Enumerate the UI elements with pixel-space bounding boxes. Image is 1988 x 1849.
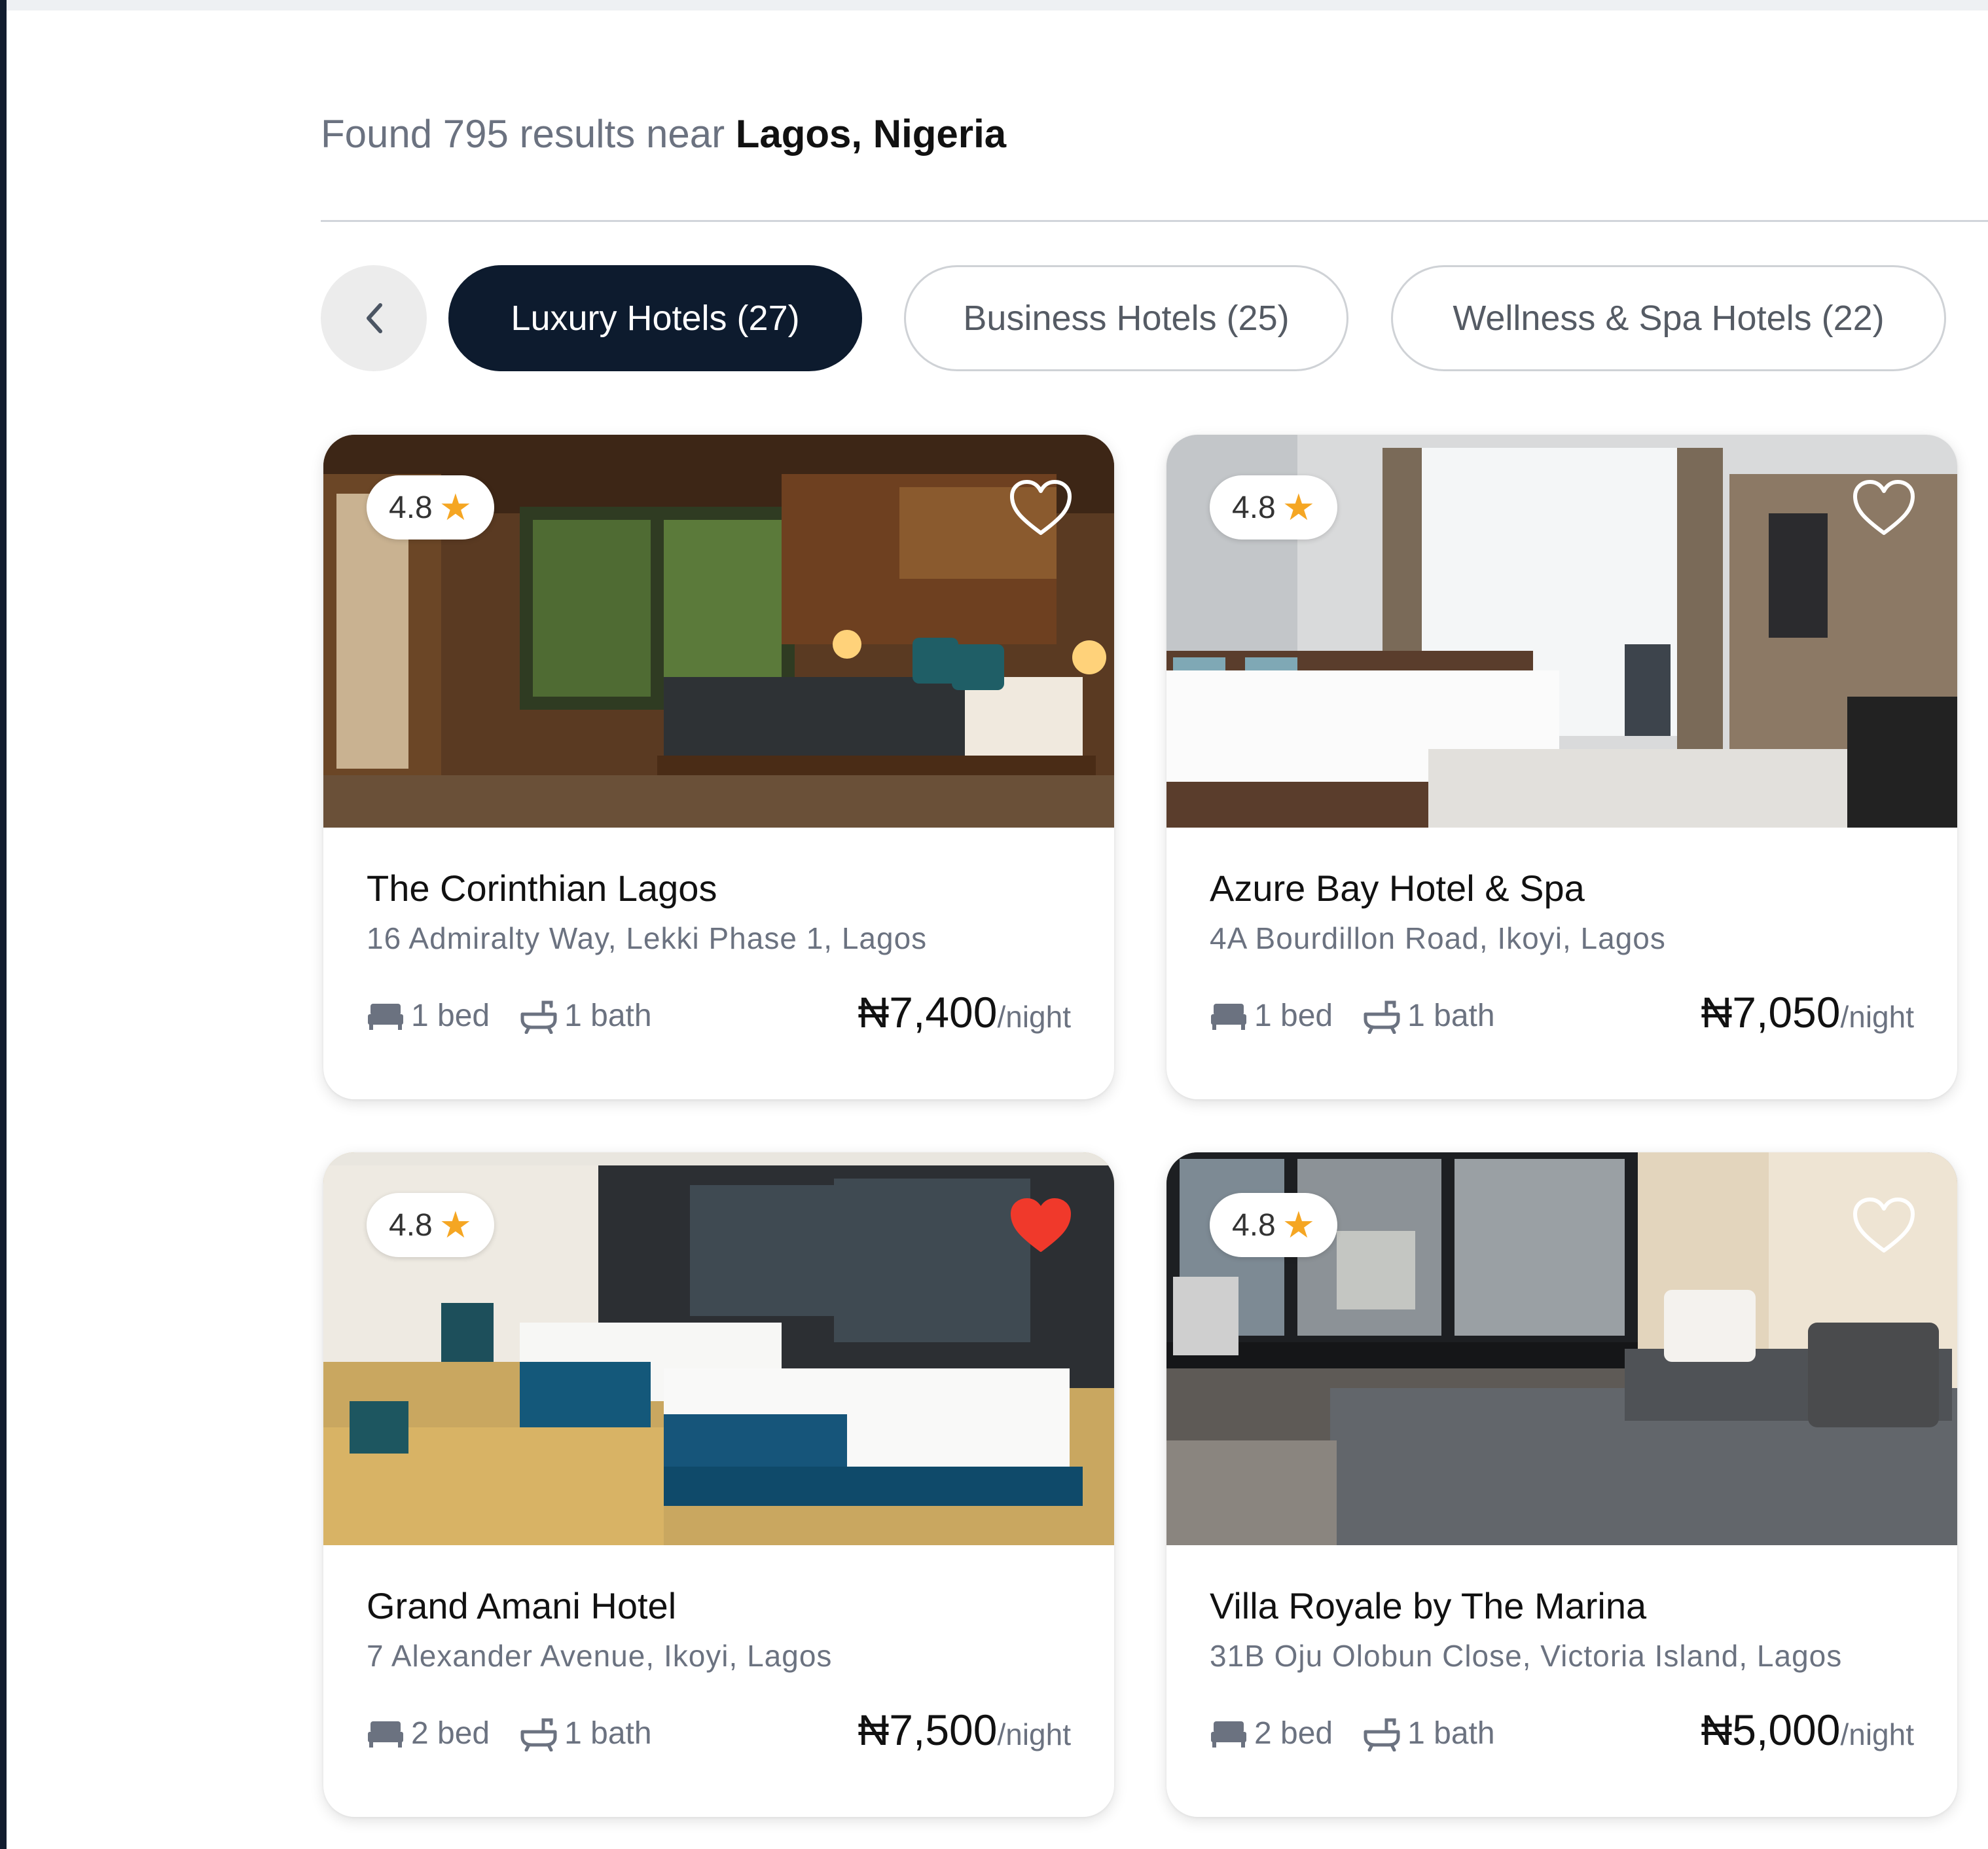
- results-location: Lagos, Nigeria: [735, 112, 1007, 156]
- rating-value: 4.8: [1232, 1207, 1276, 1243]
- bed-icon: [368, 1721, 403, 1748]
- rating-badge: 4.8 ★: [367, 475, 494, 540]
- baths-info: 1 bath: [1363, 998, 1495, 1034]
- listing-name[interactable]: The Corinthian Lagos: [367, 867, 717, 909]
- top-bar: [0, 0, 1988, 10]
- search-results-page: Found 795 results near Lagos, Nigeria Lu…: [0, 0, 1988, 1849]
- listing-card[interactable]: 4.8 ★ Grand Amani Hotel 7 Alexander Aven…: [323, 1152, 1114, 1817]
- amenities: 2 bed 1 bath: [367, 1715, 682, 1751]
- listing-price: ₦7,050 /night: [1701, 987, 1914, 1037]
- results-count-text: Found 795 results near: [321, 112, 725, 156]
- baths-label: 1 bath: [1407, 1716, 1495, 1751]
- rating-badge: 4.8 ★: [1210, 1193, 1337, 1257]
- star-icon: ★: [439, 1204, 472, 1245]
- bathtub-icon: [1364, 1718, 1400, 1751]
- beds-label: 1 bed: [411, 998, 490, 1033]
- beds-info: 2 bed: [1210, 1715, 1333, 1751]
- heart-outline-icon[interactable]: [1008, 478, 1074, 538]
- listing-price: ₦7,500 /night: [858, 1705, 1071, 1755]
- baths-info: 1 bath: [520, 998, 652, 1034]
- chip-scroll-back-button[interactable]: [321, 265, 427, 371]
- baths-label: 1 bath: [1407, 998, 1495, 1033]
- price-unit: /night: [997, 1000, 1071, 1034]
- price-amount: ₦7,500: [858, 1706, 998, 1754]
- amenities: 1 bed 1 bath: [1210, 998, 1525, 1034]
- beds-label: 2 bed: [1254, 1716, 1333, 1751]
- category-chip-business-hotels[interactable]: Business Hotels (25): [904, 265, 1348, 371]
- results-summary: Found 795 results near Lagos, Nigeria: [321, 105, 1006, 164]
- bed-icon: [1211, 1003, 1246, 1030]
- category-chip-wellness-spa-hotels[interactable]: Wellness & Spa Hotels (22): [1391, 265, 1946, 371]
- amenities: 2 bed 1 bath: [1210, 1715, 1525, 1751]
- category-chip-luxury-hotels[interactable]: Luxury Hotels (27): [448, 265, 862, 371]
- divider: [321, 220, 1988, 222]
- star-icon: ★: [439, 486, 472, 528]
- listing-card[interactable]: 4.8 ★ Azure Bay Hotel & Spa 4A Bourdillo…: [1166, 435, 1957, 1099]
- rating-value: 4.8: [389, 490, 433, 525]
- beds-label: 2 bed: [411, 1716, 490, 1751]
- rating-value: 4.8: [1232, 490, 1276, 525]
- listing-address: 16 Admiralty Way, Lekki Phase 1, Lagos: [367, 921, 928, 955]
- listing-address: 31B Oju Olobun Close, Victoria Island, L…: [1210, 1639, 1843, 1673]
- heart-outline-icon[interactable]: [1851, 1196, 1917, 1256]
- listing-name[interactable]: Azure Bay Hotel & Spa: [1210, 867, 1585, 909]
- beds-info: 1 bed: [367, 998, 490, 1034]
- rating-badge: 4.8 ★: [1210, 475, 1337, 540]
- rating-badge: 4.8 ★: [367, 1193, 494, 1257]
- left-rail: [0, 0, 7, 1849]
- price-amount: ₦5,000: [1701, 1706, 1841, 1754]
- baths-label: 1 bath: [564, 1716, 652, 1751]
- price-amount: ₦7,050: [1701, 988, 1841, 1036]
- bathtub-icon: [1364, 1000, 1400, 1034]
- bathtub-icon: [520, 1000, 557, 1034]
- listing-price: ₦5,000 /night: [1701, 1705, 1914, 1755]
- price-unit: /night: [997, 1717, 1071, 1751]
- bathtub-icon: [520, 1718, 557, 1751]
- price-unit: /night: [1840, 1717, 1914, 1751]
- baths-info: 1 bath: [520, 1715, 652, 1751]
- beds-info: 2 bed: [367, 1715, 490, 1751]
- amenities: 1 bed 1 bath: [367, 998, 682, 1034]
- beds-info: 1 bed: [1210, 998, 1333, 1034]
- listing-price: ₦7,400 /night: [858, 987, 1071, 1037]
- beds-label: 1 bed: [1254, 998, 1333, 1033]
- listing-address: 7 Alexander Avenue, Ikoyi, Lagos: [367, 1639, 833, 1673]
- listing-card[interactable]: 4.8 ★ The Corinthian Lagos 16 Admiralty …: [323, 435, 1114, 1099]
- price-unit: /night: [1840, 1000, 1914, 1034]
- bed-icon: [368, 1003, 403, 1030]
- heart-filled-icon[interactable]: [1008, 1196, 1074, 1256]
- listing-address: 4A Bourdillon Road, Ikoyi, Lagos: [1210, 921, 1666, 955]
- star-icon: ★: [1282, 486, 1315, 528]
- listing-name[interactable]: Grand Amani Hotel: [367, 1584, 676, 1627]
- star-icon: ★: [1282, 1204, 1315, 1245]
- chevron-left-icon: [367, 303, 382, 333]
- listing-card[interactable]: 4.8 ★ Villa Royale by The Marina 31B Oju…: [1166, 1152, 1957, 1817]
- bed-icon: [1211, 1721, 1246, 1748]
- listing-name[interactable]: Villa Royale by The Marina: [1210, 1584, 1646, 1627]
- rating-value: 4.8: [389, 1207, 433, 1243]
- heart-outline-icon[interactable]: [1851, 478, 1917, 538]
- baths-label: 1 bath: [564, 998, 652, 1033]
- price-amount: ₦7,400: [858, 988, 998, 1036]
- baths-info: 1 bath: [1363, 1715, 1495, 1751]
